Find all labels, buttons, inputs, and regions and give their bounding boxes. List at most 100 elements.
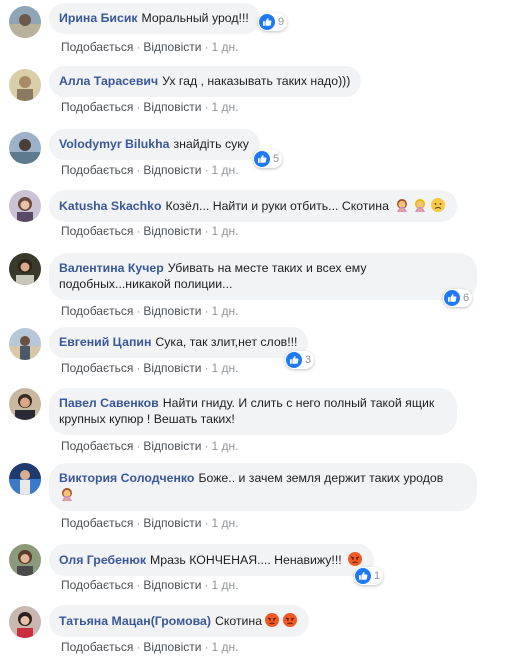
comment-time[interactable]: 1 дн. <box>211 361 238 375</box>
avatar[interactable] <box>9 132 41 164</box>
comment-text: Моральный урод!!! <box>141 11 249 25</box>
comment-author[interactable]: Валентина Кучер <box>59 261 164 275</box>
comment-author[interactable]: Евгений Цапин <box>59 335 151 349</box>
comment-actions: Подобається · Відповісти · 1 дн. <box>61 224 238 238</box>
reaction-count[interactable]: 3 <box>285 351 315 369</box>
reaction-count-value: 9 <box>278 16 285 28</box>
comment-actions: Подобається · Відповісти · 1 дн. <box>61 361 238 375</box>
separator: · <box>204 40 209 54</box>
separator: · <box>136 439 141 453</box>
like-link[interactable]: Подобається <box>61 304 133 318</box>
comment-text: знайдіть суку <box>173 137 249 151</box>
reply-link[interactable]: Відповісти <box>143 640 201 654</box>
comment-bubble: Евгений Цапин Сука, так злит,нет слов!!! <box>49 327 309 358</box>
reaction-count[interactable]: 1 <box>354 567 384 585</box>
reply-link[interactable]: Відповісти <box>143 361 201 375</box>
comment-author[interactable]: Volodymyr Bilukha <box>59 137 169 151</box>
like-link[interactable]: Подобається <box>61 361 133 375</box>
like-icon <box>286 352 302 368</box>
avatar[interactable] <box>9 253 41 285</box>
like-link[interactable]: Подобається <box>61 578 133 592</box>
avatar[interactable] <box>9 328 41 360</box>
comment-actions: Подобається · Відповісти · 1 дн. <box>61 640 238 654</box>
separator: · <box>204 163 209 177</box>
reply-link[interactable]: Відповісти <box>143 40 201 54</box>
like-icon <box>444 290 460 306</box>
separator: · <box>204 100 209 114</box>
comment-bubble: Ирина Бисик Моральный урод!!! <box>49 3 260 34</box>
avatar[interactable] <box>9 606 41 638</box>
comment-time[interactable]: 1 дн. <box>211 163 238 177</box>
comment-text: Боже.. и зачем земля держит таких уродов <box>198 471 444 485</box>
reply-link[interactable]: Відповісти <box>143 516 201 530</box>
comment-author[interactable]: Виктория Солодченко <box>59 471 194 485</box>
comment-text: Мразь КОНЧЕНАЯ.... Ненавижу!!! <box>150 553 342 567</box>
comment-author[interactable]: Оля Гребенюк <box>59 553 146 567</box>
reaction-count[interactable]: 5 <box>253 150 283 168</box>
reply-link[interactable]: Відповісти <box>143 439 201 453</box>
reaction-count-value: 6 <box>463 292 470 304</box>
woman-gesturing-no-emoji <box>397 199 408 213</box>
separator: · <box>204 361 209 375</box>
comments-feed: Ирина Бисик Моральный урод!!! 9 Подобаєть… <box>0 0 508 665</box>
avatar[interactable] <box>9 544 41 576</box>
separator: · <box>204 224 209 238</box>
comment-time[interactable]: 1 дн. <box>211 578 238 592</box>
separator: · <box>136 224 141 238</box>
separator: · <box>204 439 209 453</box>
separator: · <box>204 578 209 592</box>
reaction-count-value: 5 <box>273 153 280 165</box>
comment-bubble: Katusha Skachko Козёл... Найти и руки отб… <box>49 190 458 222</box>
separator: · <box>136 304 141 318</box>
reply-link[interactable]: Відповісти <box>143 100 201 114</box>
like-link[interactable]: Подобається <box>61 640 133 654</box>
comment-actions: Подобається · Відповісти · 1 дн. <box>61 516 238 530</box>
reply-link[interactable]: Відповісти <box>143 304 201 318</box>
comment-author[interactable]: Алла Тарасевич <box>59 74 158 88</box>
avatar[interactable] <box>9 463 41 495</box>
like-link[interactable]: Подобається <box>61 100 133 114</box>
comment-bubble: Оля Гребенюк Мразь КОНЧЕНАЯ.... Ненавижу!… <box>49 544 375 576</box>
reaction-count[interactable]: 9 <box>258 13 288 31</box>
angry-face-emoji <box>283 613 298 627</box>
comment-time[interactable]: 1 дн. <box>211 304 238 318</box>
separator: · <box>136 40 141 54</box>
reply-link[interactable]: Відповісти <box>143 578 201 592</box>
like-icon <box>355 568 371 584</box>
like-link[interactable]: Подобається <box>61 40 133 54</box>
like-link[interactable]: Подобається <box>61 439 133 453</box>
like-icon <box>254 151 270 167</box>
comment-time[interactable]: 1 дн. <box>211 224 238 238</box>
separator: · <box>136 516 141 530</box>
comment-time[interactable]: 1 дн. <box>211 516 238 530</box>
comment-time[interactable]: 1 дн. <box>211 40 238 54</box>
comment-actions: Подобається · Відповісти · 1 дн. <box>61 578 238 592</box>
comment-time[interactable]: 1 дн. <box>211 439 238 453</box>
comment-actions: Подобається · Відповісти · 1 дн. <box>61 439 238 453</box>
separator: · <box>204 304 209 318</box>
like-link[interactable]: Подобається <box>61 516 133 530</box>
reply-link[interactable]: Відповісти <box>143 224 201 238</box>
like-link[interactable]: Подобається <box>61 224 133 238</box>
angry-face-emoji <box>348 552 363 566</box>
comment-time[interactable]: 1 дн. <box>211 100 238 114</box>
comment-text: Сука, так злит,нет слов!!! <box>155 335 298 349</box>
avatar[interactable] <box>9 6 41 38</box>
reply-link[interactable]: Відповісти <box>143 163 201 177</box>
comment-actions: Подобається · Відповісти · 1 дн. <box>61 100 238 114</box>
comment-author[interactable]: Ирина Бисик <box>59 11 138 25</box>
comment-time[interactable]: 1 дн. <box>211 640 238 654</box>
disappointed-face-emoji <box>431 198 446 212</box>
comment-bubble: Валентина Кучер Убивать на месте таких и … <box>49 253 477 300</box>
avatar[interactable] <box>9 388 41 420</box>
comment-author[interactable]: Павел Савенков <box>59 396 159 410</box>
separator: · <box>136 578 141 592</box>
comment-author[interactable]: Katusha Skachko <box>59 199 162 213</box>
like-link[interactable]: Подобається <box>61 163 133 177</box>
comment-text: Ух гад , наказывать таких надо))) <box>162 74 351 88</box>
avatar[interactable] <box>9 190 41 222</box>
avatar[interactable] <box>9 69 41 101</box>
reaction-count[interactable]: 6 <box>443 289 473 307</box>
comment-author[interactable]: Татьяна Мацан(Громова) <box>59 614 211 628</box>
separator: · <box>136 361 141 375</box>
